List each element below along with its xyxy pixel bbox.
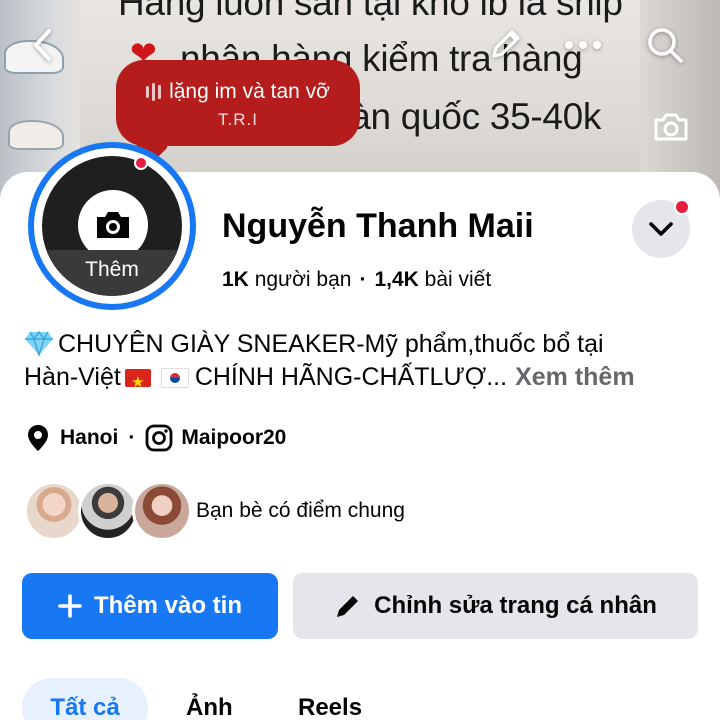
music-title: lặng im và tan vỡ [169, 80, 330, 103]
location-pin-icon [24, 424, 52, 452]
avatar-add-label: Thêm [42, 250, 182, 296]
back-button[interactable] [20, 22, 66, 68]
more-icon [565, 41, 601, 49]
vietnam-flag-icon [124, 366, 151, 399]
instagram-handle[interactable]: Maipoor20 [181, 426, 286, 450]
avatar: Thêm [42, 156, 182, 296]
chevron-down-icon [649, 222, 673, 236]
cover-text-line: Hàng luôn sẵn tại kho ib là ship [118, 0, 623, 23]
music-artist: T.R.I [218, 110, 258, 129]
instagram-icon [145, 424, 173, 452]
edit-button[interactable] [482, 22, 528, 68]
add-to-story-label: Thêm vào tin [93, 592, 243, 619]
profile-avatar[interactable]: Thêm [28, 142, 196, 310]
camera-icon [97, 212, 129, 238]
avatar [78, 481, 138, 541]
bio-text-1: CHUYÊN GIÀY SNEAKER-Mỹ phẩm,thuốc bổ tại [58, 330, 604, 358]
friends-count[interactable]: 1K [222, 268, 249, 291]
friends-label[interactable]: người bạn [255, 268, 352, 291]
mutual-friends[interactable]: Bạn bè có điểm chung [24, 480, 405, 542]
more-options-button[interactable] [560, 22, 606, 68]
plus-icon [58, 594, 82, 618]
story-dot [134, 156, 148, 170]
cover-camera-button[interactable] [648, 104, 694, 150]
cover-text-line: toàn quốc 35-40k [320, 96, 602, 137]
cover-shoe [8, 120, 64, 150]
pencil-icon [337, 596, 359, 617]
search-icon [648, 28, 683, 63]
pencil-icon [492, 30, 520, 58]
stats-separator: · [359, 268, 367, 291]
add-to-story-button[interactable]: Thêm vào tin [22, 573, 278, 639]
audio-bars-icon [146, 83, 162, 101]
search-button[interactable] [642, 22, 688, 68]
bio-text-3: CHÍNH HÃNG-CHẤTLƯỢ... [194, 363, 508, 391]
location-text[interactable]: Hanoi [60, 426, 118, 450]
music-title-row: lặng im và tan vỡ [116, 80, 360, 104]
posts-label: bài viết [424, 268, 492, 291]
see-more-link[interactable]: Xem thêm [515, 363, 634, 391]
tab-reels[interactable]: Reels [298, 678, 362, 720]
profile-bio: CHUYÊN GIÀY SNEAKER-Mỹ phẩm,thuốc bổ tại… [24, 328, 704, 399]
chevron-left-icon [34, 29, 51, 61]
gem-icon [25, 330, 53, 356]
notification-badge [674, 199, 690, 215]
profile-name: Nguyễn Thanh Maii [222, 207, 534, 245]
avatar [132, 481, 192, 541]
profile-details: Hanoi · Maipoor20 [24, 423, 286, 453]
korea-flag-icon [160, 368, 189, 388]
bio-line: CHUYÊN GIÀY SNEAKER-Mỹ phẩm,thuốc bổ tại [24, 328, 704, 361]
mutual-friend-avatars [24, 480, 192, 542]
camera-icon [654, 113, 688, 141]
edit-profile-label: Chỉnh sửa trang cá nhân [374, 592, 657, 619]
avatar [24, 481, 84, 541]
profile-stats: 1K người bạn · 1,4K bài viết [222, 268, 491, 292]
tab-all[interactable]: Tất cả [22, 678, 148, 720]
mutual-friends-label: Bạn bè có điểm chung [196, 499, 405, 522]
music-bubble[interactable]: lặng im và tan vỡ T.R.I [116, 60, 360, 146]
edit-profile-button[interactable]: Chỉnh sửa trang cá nhân [293, 573, 698, 639]
posts-count: 1,4K [374, 268, 419, 291]
bio-line: Hàn-Việt CHÍNH HÃNG-CHẤTLƯỢ...Xem thêm [24, 361, 704, 399]
bio-text-2: Hàn-Việt [24, 363, 121, 391]
tab-photos[interactable]: Ảnh [186, 678, 233, 720]
details-separator: · [128, 426, 136, 449]
